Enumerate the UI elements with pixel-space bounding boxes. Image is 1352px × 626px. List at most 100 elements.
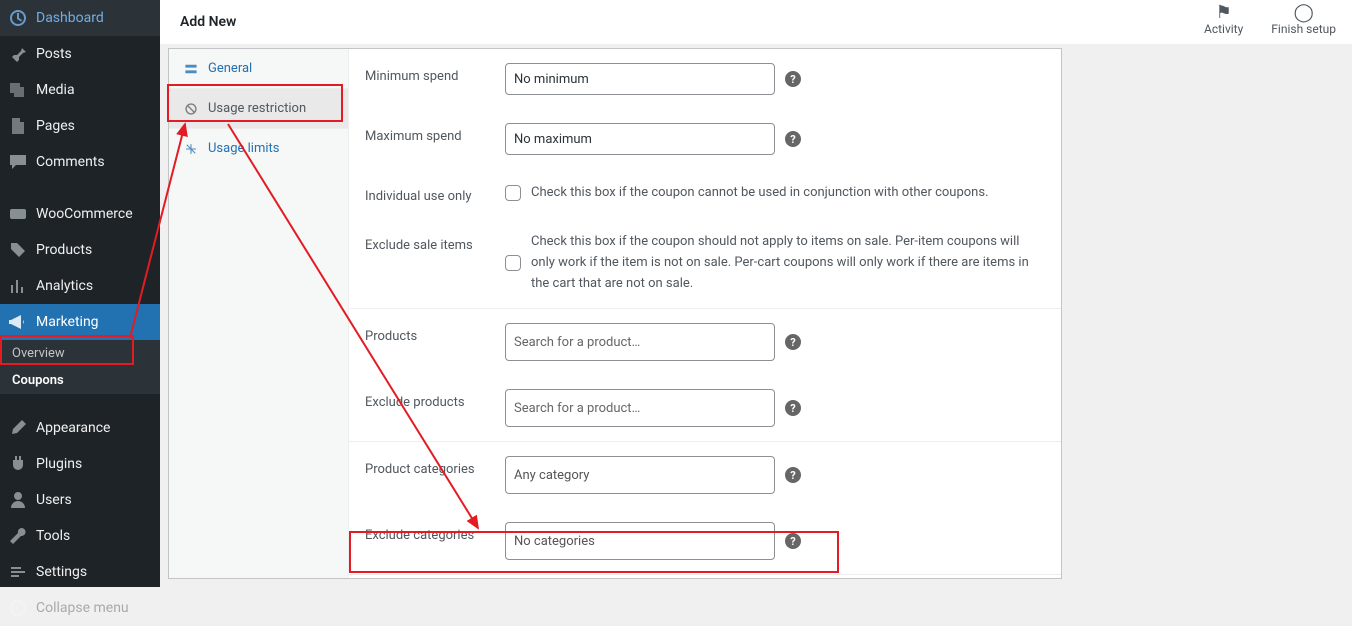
row-individual-use: Individual use only Check this box if th… bbox=[349, 169, 1061, 218]
row-exclude-products: Exclude products Search for a product… ? bbox=[349, 375, 1061, 442]
settings-icon bbox=[8, 562, 28, 582]
submenu-coupons[interactable]: Coupons bbox=[0, 367, 160, 394]
activity-label: Activity bbox=[1204, 22, 1243, 36]
tab-general[interactable]: General bbox=[169, 49, 348, 89]
sidebar-item-label: Users bbox=[36, 492, 72, 508]
sidebar-collapse[interactable]: Collapse menu bbox=[0, 590, 160, 626]
general-icon bbox=[183, 61, 198, 76]
sidebar-item-label: Collapse menu bbox=[36, 600, 129, 616]
help-icon[interactable]: ? bbox=[785, 533, 801, 549]
comment-icon bbox=[8, 152, 28, 172]
restriction-icon bbox=[183, 101, 198, 116]
label: Individual use only bbox=[365, 183, 505, 204]
label: Exclude categories bbox=[365, 522, 505, 543]
sidebar-item-label: Media bbox=[36, 82, 75, 98]
row-exclude-sale: Exclude sale items Check this box if the… bbox=[349, 218, 1061, 309]
tab-label: Usage limits bbox=[208, 141, 279, 156]
sidebar-item-plugins[interactable]: Plugins bbox=[0, 446, 160, 482]
sidebar-item-media[interactable]: Media bbox=[0, 72, 160, 108]
top-bar: Add New ⚑ Activity ◯ Finish setup bbox=[160, 0, 1352, 44]
row-exclude-categories: Exclude categories No categories ? bbox=[349, 508, 1061, 575]
row-product-categories: Product categories Any category ? bbox=[349, 442, 1061, 508]
sidebar-item-posts[interactable]: Posts bbox=[0, 36, 160, 72]
help-icon[interactable]: ? bbox=[785, 334, 801, 350]
sidebar-item-label: Plugins bbox=[36, 456, 82, 472]
flag-icon: ⚑ bbox=[1216, 4, 1232, 22]
help-icon[interactable]: ? bbox=[785, 467, 801, 483]
product-categories-input[interactable]: Any category bbox=[505, 456, 775, 494]
sidebar-item-users[interactable]: Users bbox=[0, 482, 160, 518]
sidebar-item-tools[interactable]: Tools bbox=[0, 518, 160, 554]
help-icon[interactable]: ? bbox=[785, 131, 801, 147]
label: Exclude products bbox=[365, 389, 505, 410]
plug-icon bbox=[8, 454, 28, 474]
tab-label: General bbox=[208, 61, 252, 76]
tab-usage-limits[interactable]: Usage limits bbox=[169, 129, 348, 168]
finish-setup-button[interactable]: ◯ Finish setup bbox=[1271, 4, 1336, 36]
activity-button[interactable]: ⚑ Activity bbox=[1204, 4, 1243, 36]
sidebar-item-comments[interactable]: Comments bbox=[0, 144, 160, 180]
exclude-sale-checkbox[interactable] bbox=[505, 255, 521, 271]
sidebar-item-label: Pages bbox=[36, 118, 75, 134]
maximum-spend-input[interactable]: No maximum bbox=[505, 123, 775, 155]
products-input[interactable]: Search for a product… bbox=[505, 323, 775, 361]
woocommerce-icon bbox=[8, 204, 28, 224]
admin-sidebar: Dashboard Posts Media Pages Comments Woo… bbox=[0, 0, 160, 587]
sidebar-item-products[interactable]: Products bbox=[0, 232, 160, 268]
page-icon bbox=[8, 116, 28, 136]
label: Product categories bbox=[365, 456, 505, 477]
individual-use-checkbox[interactable] bbox=[505, 185, 521, 201]
sidebar-item-woocommerce[interactable]: WooCommerce bbox=[0, 196, 160, 232]
sidebar-item-label: Tools bbox=[36, 528, 70, 544]
wrench-icon bbox=[8, 526, 28, 546]
tab-usage-restriction[interactable]: Usage restriction bbox=[169, 89, 348, 129]
sidebar-item-label: Marketing bbox=[36, 314, 99, 330]
minimum-spend-input[interactable]: No minimum bbox=[505, 63, 775, 95]
sidebar-item-appearance[interactable]: Appearance bbox=[0, 410, 160, 446]
sidebar-item-label: Dashboard bbox=[36, 10, 104, 26]
sidebar-item-label: WooCommerce bbox=[36, 206, 133, 222]
sidebar-item-pages[interactable]: Pages bbox=[0, 108, 160, 144]
exclude-categories-input[interactable]: No categories bbox=[505, 522, 775, 560]
coupon-data-panel: General Usage restriction Usage limits M… bbox=[168, 48, 1062, 579]
sidebar-item-label: Appearance bbox=[36, 420, 110, 436]
help-icon[interactable]: ? bbox=[785, 71, 801, 87]
label: Exclude sale items bbox=[365, 232, 505, 253]
exclude-products-input[interactable]: Search for a product… bbox=[505, 389, 775, 427]
row-products: Products Search for a product… ? bbox=[349, 309, 1061, 375]
label: Products bbox=[365, 323, 505, 344]
row-minimum-spend: Minimum spend No minimum ? bbox=[349, 49, 1061, 109]
sidebar-item-marketing[interactable]: Marketing bbox=[0, 304, 160, 340]
panel-tabs: General Usage restriction Usage limits bbox=[169, 49, 349, 578]
tab-label: Usage restriction bbox=[208, 101, 306, 116]
help-icon[interactable]: ? bbox=[785, 400, 801, 416]
sidebar-item-label: Posts bbox=[36, 46, 72, 62]
media-icon bbox=[8, 80, 28, 100]
products-icon bbox=[8, 240, 28, 260]
circle-icon: ◯ bbox=[1294, 4, 1314, 22]
sidebar-item-label: Analytics bbox=[36, 278, 93, 294]
page-title: Add New bbox=[180, 14, 236, 30]
sidebar-item-label: Comments bbox=[36, 154, 105, 170]
main-area: Add New ⚑ Activity ◯ Finish setup Genera… bbox=[160, 0, 1352, 587]
pin-icon bbox=[8, 44, 28, 64]
sidebar-submenu: Overview Coupons bbox=[0, 340, 160, 394]
description: Check this box if the coupon cannot be u… bbox=[531, 183, 989, 204]
label: Maximum spend bbox=[365, 123, 505, 144]
analytics-icon bbox=[8, 276, 28, 296]
submenu-overview[interactable]: Overview bbox=[0, 340, 160, 367]
row-allowed-emails: Allowed emails No restrictions ? bbox=[349, 575, 1061, 578]
row-maximum-spend: Maximum spend No maximum ? bbox=[349, 109, 1061, 169]
user-icon bbox=[8, 490, 28, 510]
megaphone-icon bbox=[8, 312, 28, 332]
sidebar-item-analytics[interactable]: Analytics bbox=[0, 268, 160, 304]
finish-label: Finish setup bbox=[1271, 22, 1336, 36]
dashboard-icon bbox=[8, 8, 28, 28]
description: Check this box if the coupon should not … bbox=[531, 232, 1045, 294]
form-column: Minimum spend No minimum ? Maximum spend… bbox=[349, 49, 1061, 578]
sidebar-item-settings[interactable]: Settings bbox=[0, 554, 160, 590]
brush-icon bbox=[8, 418, 28, 438]
label: Minimum spend bbox=[365, 63, 505, 84]
sidebar-item-label: Settings bbox=[36, 564, 87, 580]
sidebar-item-dashboard[interactable]: Dashboard bbox=[0, 0, 160, 36]
